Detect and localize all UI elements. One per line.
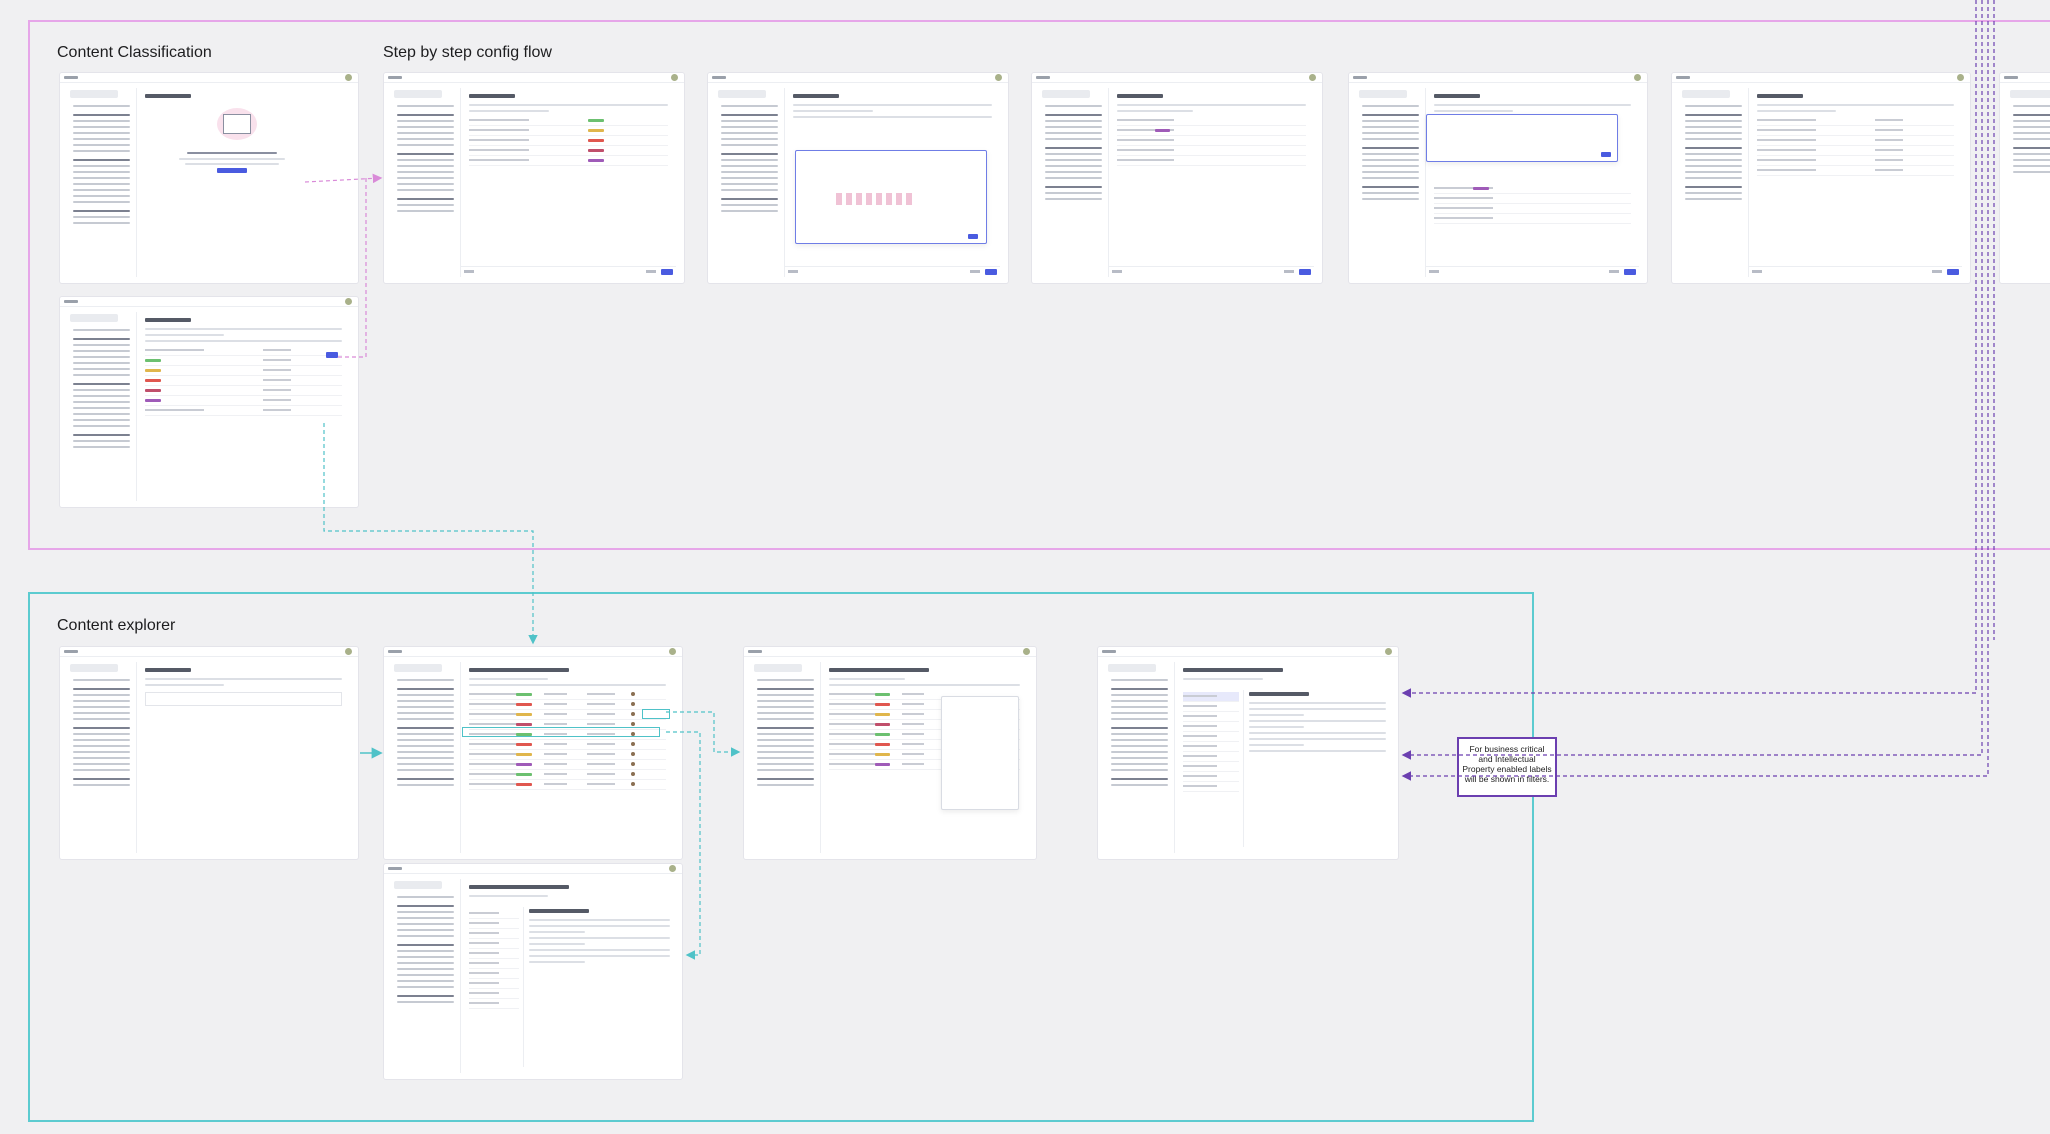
connector-list-to-config	[338, 178, 367, 358]
connector-classification-to-explorer	[323, 423, 538, 645]
flow-connectors	[304, 0, 1995, 960]
connector-purple-top	[1401, 0, 1977, 698]
connector-empty-to-config	[304, 173, 383, 184]
connector-purple-bottom	[1401, 0, 1989, 781]
connector-purple-mid	[1401, 0, 1983, 760]
connector-row-to-detail	[666, 731, 701, 960]
